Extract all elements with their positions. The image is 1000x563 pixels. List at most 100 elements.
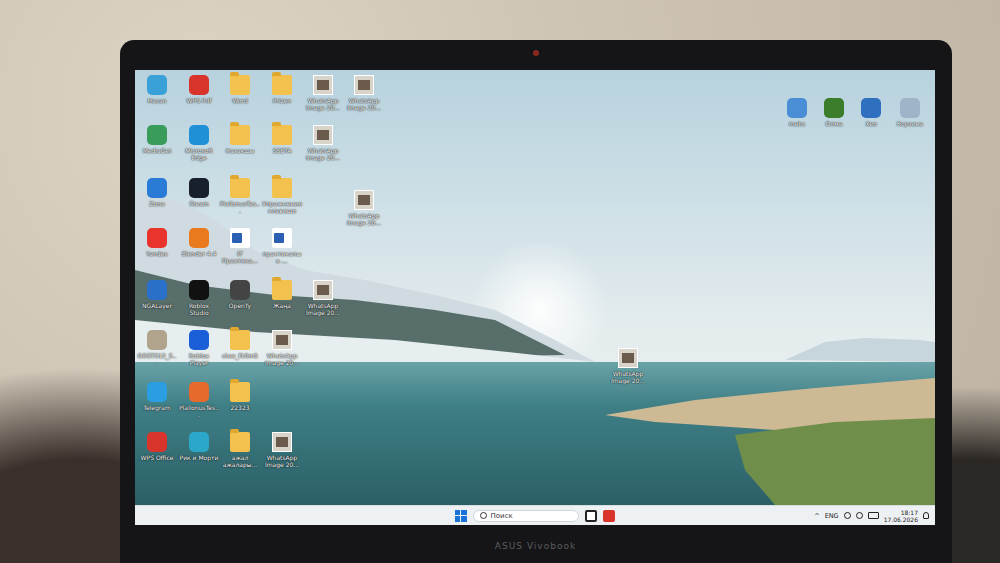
desktop-icon[interactable]: Hasan [137, 75, 177, 104]
icon-label: GOST512_S... [137, 352, 177, 366]
desktop-icon[interactable]: Жаңа [262, 280, 302, 309]
desktop-icon[interactable]: mabs [777, 98, 817, 127]
desktop-icon[interactable]: Упражнения клавиши [262, 178, 302, 214]
icon-label: Telegram [137, 404, 177, 411]
globe-icon[interactable] [844, 512, 851, 519]
desktop-icon[interactable]: Yandex [137, 228, 177, 257]
image-icon [354, 75, 374, 95]
speaker-icon[interactable] [856, 512, 863, 519]
desktop-icon[interactable]: IT Практика... [220, 228, 260, 264]
icon-label: SSETA [262, 147, 302, 154]
icon-label: Hasan [137, 97, 177, 104]
desktop-icon[interactable]: Roblox Player [179, 330, 219, 366]
language-indicator[interactable]: ENG [825, 512, 839, 520]
desktop: HasanWPS PdfWordPrizenWhatsApp Image 20.… [135, 70, 935, 505]
app-icon [189, 75, 209, 95]
desktop-icon[interactable]: Олма [814, 98, 854, 127]
search-placeholder: Поиск [491, 512, 513, 520]
desktop-icon[interactable]: Рик и Морти [179, 432, 219, 461]
desktop-icon[interactable]: Word [220, 75, 260, 104]
desktop-icon[interactable]: Roblox Studio [179, 280, 219, 316]
desktop-icon[interactable]: WhatsApp Image 20... [303, 280, 343, 316]
desktop-icon[interactable]: slew_f10m5 [220, 330, 260, 359]
folder-icon [230, 432, 250, 452]
icon-label: Steam [179, 200, 219, 207]
system-tray: ^ ENG 18:1717.06.2026 [814, 509, 929, 523]
app-icon [147, 75, 167, 95]
icon-label: WhatsApp Image 20... [303, 97, 343, 111]
desktop-icon[interactable]: Zona [137, 178, 177, 207]
wps-office-icon[interactable] [603, 510, 615, 522]
folder-icon [230, 382, 250, 402]
desktop-icon[interactable]: WhatsApp Image 20... [262, 432, 302, 468]
icon-label: WhatsApp Image 20... [303, 302, 343, 316]
screen: HasanWPS PdfWordPrizenWhatsApp Image 20.… [135, 70, 935, 525]
desktop-icon[interactable]: WhatsApp Image 20... [344, 190, 384, 226]
clock-time: 18:17 [901, 509, 918, 516]
desktop-icon[interactable]: GOST512_S... [137, 330, 177, 366]
image-icon [272, 330, 292, 350]
desktop-icon[interactable]: Microsoft Edge [179, 125, 219, 161]
search-box[interactable]: Поиск [473, 510, 579, 522]
desktop-icon[interactable]: Steam [179, 178, 219, 207]
desktop-icon[interactable]: Казакшы [220, 125, 260, 154]
icon-label: WPS Pdf [179, 97, 219, 104]
clock-date: 17.06.2026 [884, 516, 918, 523]
desktop-icon[interactable]: ажал ажалары... [220, 432, 260, 468]
app-icon [861, 98, 881, 118]
desktop-icon[interactable]: WhatsApp Image 20... [262, 330, 302, 366]
desktop-icon[interactable]: WhatsApp Image 20... [303, 75, 343, 111]
app-icon [147, 330, 167, 350]
desktop-icon[interactable]: WhatsApp Image 20... [608, 348, 648, 384]
icon-label: Жаңа [262, 302, 302, 309]
desktop-icon[interactable]: OpenTy [220, 280, 260, 309]
desktop-icon[interactable]: Blender 4.4 [179, 228, 219, 257]
notification-icon[interactable] [923, 512, 929, 519]
icon-label: mabs [777, 120, 817, 127]
desktop-icon[interactable]: PlalionusTes... [179, 382, 219, 418]
desktop-icon[interactable]: PlalionusTes... [220, 178, 260, 214]
icon-label: Рик и Морти [179, 454, 219, 461]
desktop-icon[interactable]: 22323 [220, 382, 260, 411]
icon-label: WhatsApp Image 20... [303, 147, 343, 161]
clock[interactable]: 18:1717.06.2026 [884, 509, 918, 523]
desktop-icon[interactable]: MediaGet [137, 125, 177, 154]
tray-chevron[interactable]: ^ [814, 512, 819, 520]
app-icon [230, 280, 250, 300]
app-icon [147, 280, 167, 300]
icon-label: NGALayer [137, 302, 177, 309]
desktop-icon[interactable]: Telegram [137, 382, 177, 411]
icon-label: Roblox Player [179, 352, 219, 366]
task-view-icon[interactable] [585, 510, 597, 522]
app-icon [787, 98, 807, 118]
desktop-icon[interactable]: WhatsApp Image 20... [303, 125, 343, 161]
desktop-icon[interactable]: Корзина [890, 98, 930, 127]
brand-label: ASUS Vivobook [495, 525, 576, 551]
app-icon [900, 98, 920, 118]
desktop-icon[interactable]: SSETA [262, 125, 302, 154]
laptop-bezel: HasanWPS PdfWordPrizenWhatsApp Image 20.… [120, 40, 952, 563]
folder-icon [230, 178, 250, 198]
icon-label: Blender 4.4 [179, 250, 219, 257]
desktop-icon[interactable]: WPS Pdf [179, 75, 219, 104]
image-icon [313, 280, 333, 300]
webcam-icon [533, 50, 539, 56]
image-icon [272, 432, 292, 452]
wallpaper [135, 70, 935, 505]
icon-label: WhatsApp Image 20... [344, 97, 384, 111]
desktop-icon[interactable]: Prizen [262, 75, 302, 104]
battery-icon[interactable] [868, 512, 879, 519]
app-icon [147, 228, 167, 248]
desktop-icon[interactable]: NGALayer [137, 280, 177, 309]
folder-icon [272, 125, 292, 145]
desktop-icon[interactable]: WhatsApp Image 20... [344, 75, 384, 111]
windows-start-icon[interactable] [455, 510, 467, 522]
icon-label: Упражнения клавиши [262, 200, 302, 214]
desktop-icon[interactable]: Xeo [851, 98, 891, 127]
desktop-icon[interactable]: практикалык ... [262, 228, 302, 264]
icon-label: MediaGet [137, 147, 177, 154]
folder-icon [272, 75, 292, 95]
icon-label: Word [220, 97, 260, 104]
desktop-icon[interactable]: WPS Office [137, 432, 177, 461]
icon-label: 22323 [220, 404, 260, 411]
